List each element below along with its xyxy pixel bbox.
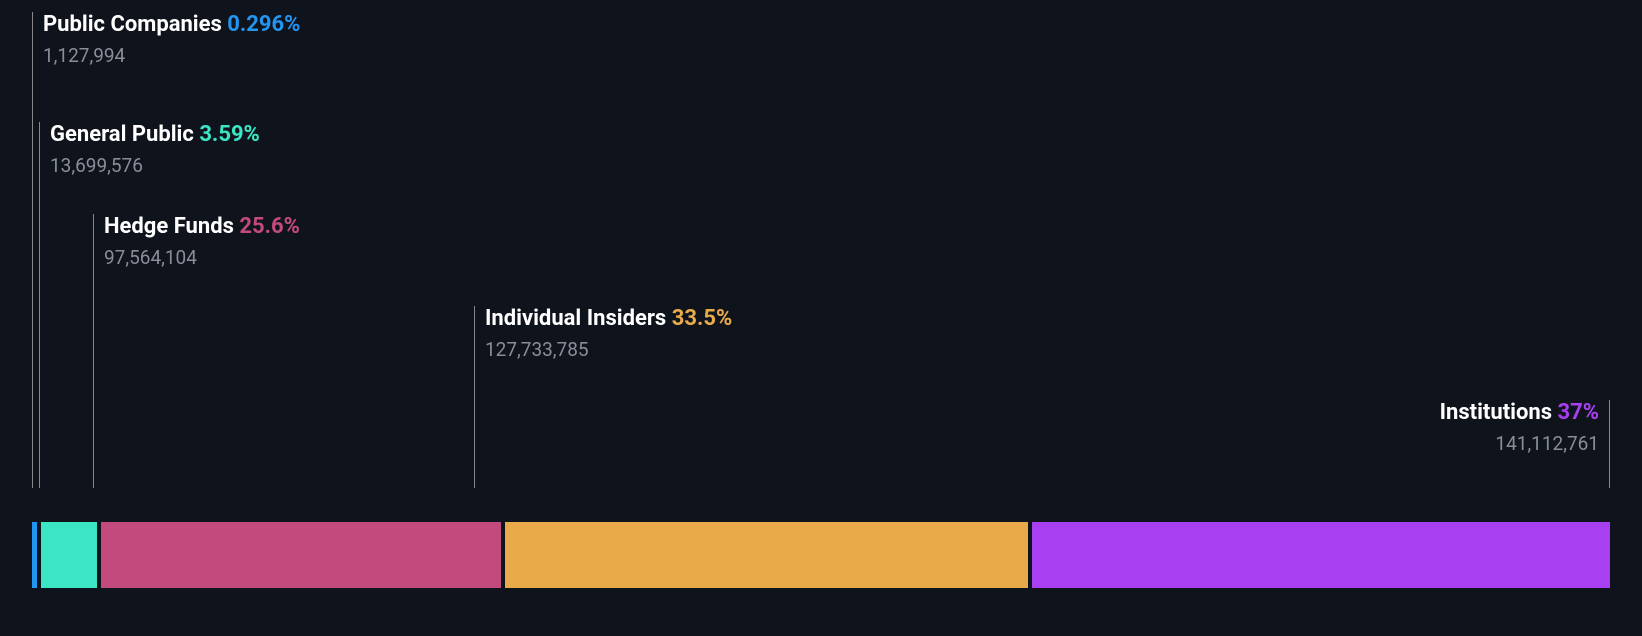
label-value: 127,733,785 <box>485 338 732 361</box>
label-hedge-funds: Hedge Funds 25.6% 97,564,104 <box>93 214 300 488</box>
bar-seg-institutions <box>1032 522 1610 588</box>
bar-seg-individual-insiders <box>505 522 1028 588</box>
label-title: Public Companies 0.296% <box>43 12 300 38</box>
label-name: Hedge Funds <box>104 214 234 239</box>
label-value: 141,112,761 <box>1440 432 1599 455</box>
bar-seg-general-public <box>41 522 97 588</box>
ownership-breakdown-chart: Public Companies 0.296% 1,127,994 Genera… <box>0 0 1642 636</box>
label-value: 1,127,994 <box>43 44 300 67</box>
ownership-bar <box>32 522 1610 588</box>
label-percent: 0.296% <box>227 12 300 37</box>
label-individual-insiders: Individual Insiders 33.5% 127,733,785 <box>474 306 732 488</box>
label-title: Individual Insiders 33.5% <box>485 306 732 332</box>
label-name: General Public <box>50 122 194 147</box>
label-value: 97,564,104 <box>104 246 300 269</box>
label-institutions: Institutions 37% 141,112,761 <box>1440 400 1610 488</box>
bar-seg-hedge-funds <box>101 522 501 588</box>
label-name: Institutions <box>1440 400 1552 425</box>
label-name: Individual Insiders <box>485 306 666 331</box>
label-name: Public Companies <box>43 12 222 37</box>
bar-seg-public-companies <box>32 522 37 588</box>
label-percent: 37% <box>1557 400 1599 425</box>
label-percent: 25.6% <box>239 214 300 239</box>
label-value: 13,699,576 <box>50 154 260 177</box>
label-percent: 33.5% <box>672 306 733 331</box>
label-title: General Public 3.59% <box>50 122 260 148</box>
label-title: Institutions 37% <box>1440 400 1599 426</box>
label-title: Hedge Funds 25.6% <box>104 214 300 240</box>
label-percent: 3.59% <box>199 122 260 147</box>
